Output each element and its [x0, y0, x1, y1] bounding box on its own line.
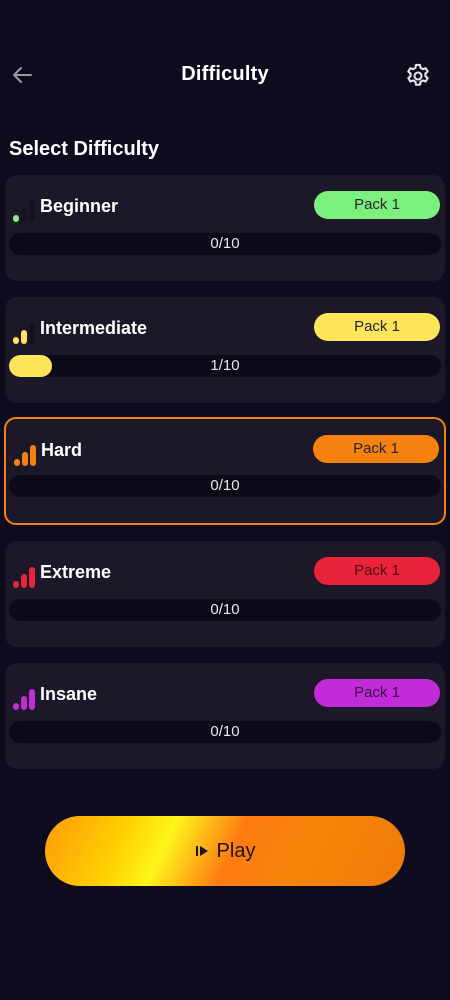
progress-text: 0/10 — [210, 477, 240, 494]
play-button[interactable]: Play — [45, 816, 405, 886]
page-title: Difficulty — [181, 63, 269, 85]
progress-text: 0/10 — [210, 235, 240, 252]
difficulty-bar — [29, 323, 35, 344]
progress-bar: 0/10 — [9, 233, 441, 255]
difficulty-bar — [13, 581, 19, 588]
gear-icon — [407, 63, 429, 86]
difficulty-bar — [29, 567, 35, 588]
progress-text: 1/10 — [210, 357, 240, 374]
difficulty-bars-icon — [9, 322, 39, 344]
difficulty-label: Insane — [40, 684, 98, 704]
difficulty-bar — [21, 696, 27, 710]
play-icon — [195, 846, 208, 856]
progress-bar: 0/10 — [9, 599, 441, 621]
difficulty-bar — [13, 215, 19, 222]
difficulty-bar — [30, 445, 36, 466]
progress-bar: 1/10 — [9, 355, 441, 377]
header: Difficulty — [0, 50, 450, 100]
progress-bar: 0/10 — [9, 721, 441, 743]
difficulty-label: Intermediate — [40, 318, 148, 338]
play-label: Play — [216, 839, 256, 862]
pack-selector[interactable]: Pack 1 — [314, 191, 440, 219]
progress-text: 0/10 — [210, 723, 240, 740]
difficulty-bar — [13, 703, 19, 710]
pack-selector[interactable]: Pack 1 — [314, 313, 440, 341]
difficulty-screen: Difficulty Select Difficulty Beginner Pac… — [0, 0, 450, 1000]
difficulty-label: Extreme — [40, 562, 112, 582]
progress-bar: 0/10 — [9, 475, 441, 497]
difficulty-bar — [13, 337, 19, 344]
difficulty-bar — [21, 208, 27, 222]
difficulty-bar — [29, 689, 35, 710]
settings-button[interactable] — [404, 62, 432, 90]
difficulty-bar — [22, 452, 28, 466]
difficulty-bars-icon — [9, 688, 39, 710]
difficulty-bar — [21, 330, 27, 344]
section-title: Select Difficulty — [9, 138, 160, 160]
difficulty-bar — [14, 459, 20, 466]
difficulty-label: Beginner — [40, 196, 119, 216]
difficulty-bars-icon — [10, 444, 40, 466]
difficulty-card-beginner[interactable]: Beginner Pack 1 0/10 — [5, 175, 445, 281]
pack-selector[interactable]: Pack 1 — [313, 435, 439, 463]
pack-selector[interactable]: Pack 1 — [314, 679, 440, 707]
difficulty-label: Hard — [41, 440, 83, 460]
difficulty-card-extreme[interactable]: Extreme Pack 1 0/10 — [5, 541, 445, 647]
progress-text: 0/10 — [210, 601, 240, 618]
difficulty-card-insane[interactable]: Insane Pack 1 0/10 — [5, 663, 445, 769]
difficulty-card-intermediate[interactable]: Intermediate Pack 1 1/10 — [5, 297, 445, 403]
difficulty-bar — [21, 574, 27, 588]
difficulty-card-hard[interactable]: Hard Pack 1 0/10 — [4, 417, 446, 525]
difficulty-bars-icon — [9, 200, 39, 222]
difficulty-bars-icon — [9, 566, 39, 588]
difficulty-bar — [29, 201, 35, 222]
pack-selector[interactable]: Pack 1 — [314, 557, 440, 585]
